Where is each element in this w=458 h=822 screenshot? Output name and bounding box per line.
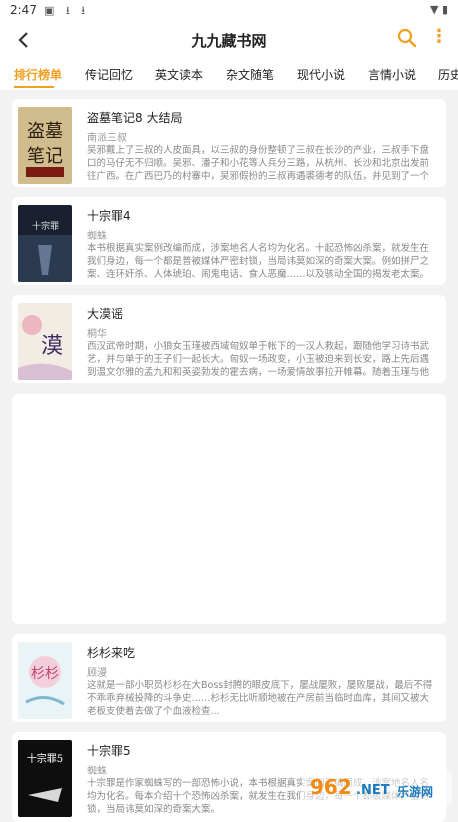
book-title: 杉杉来吃: [87, 646, 136, 660]
status-time: 2:47: [10, 3, 37, 17]
book-title: 十宗罪5: [87, 744, 131, 758]
book-description: 这就是一部小职员杉杉在大Boss封腾的眼皮底下，屡战屡败，屡败屡战，最后不得不乖…: [87, 680, 433, 717]
book-card[interactable]: 杉杉 杉杉来吃 顾漫 这就是一部小职员杉杉在大Boss封腾的眼皮底下，屡战屡败，…: [12, 634, 446, 722]
book-description: 本书根据真实案例改编而成，涉案地名人名均为化名。十起恐怖凶杀案，就发生在我们身边…: [87, 243, 430, 280]
book-cover: 漠: [18, 303, 72, 380]
svg-text:笔记: 笔记: [27, 146, 63, 167]
svg-text:十宗罪5: 十宗罪5: [27, 752, 63, 765]
tab-essays[interactable]: 杂文随笔: [226, 66, 274, 83]
more-vertical-icon[interactable]: ⋮: [430, 26, 448, 47]
book-description: 吴邪戴上了三叔的人皮面具，以三叔的身份整顿了三叔在长沙的产业，三叔手下盘口的马仔…: [87, 145, 430, 182]
notification-icons: ▣ ⭳ ⭳: [44, 4, 90, 17]
tab-history[interactable]: 历史: [438, 66, 458, 83]
book-description: 西汉武帝时期，小狼女玉瑾被西域匈奴单于帐下的一汉人救起，跟随他学习诗书武艺，并与…: [87, 341, 430, 378]
app-bar: 九九藏书网 ⋮: [0, 20, 458, 60]
active-tab-indicator: [14, 86, 54, 88]
svg-text:乐游网: 乐游网: [397, 784, 433, 799]
book-author: 南派三叔: [87, 133, 127, 144]
tab-modern-novels[interactable]: 现代小说: [297, 66, 345, 83]
search-icon[interactable]: [396, 27, 418, 49]
book-card[interactable]: 漠 大漠谣 桐华 西汉武帝时期，小狼女玉瑾被西域匈奴单于帐下的一汉人救起，跟随他…: [12, 295, 446, 383]
book-cover: 十宗罪: [18, 205, 72, 282]
book-author: 桐华: [87, 329, 107, 340]
svg-text:杉杉: 杉杉: [31, 666, 59, 682]
empty-card: [12, 394, 446, 624]
site-watermark-logo: 962 .NET 乐游网: [302, 766, 452, 810]
svg-text:962: 962: [310, 775, 352, 799]
book-title: 大漠谣: [87, 307, 124, 321]
svg-text:.NET: .NET: [356, 783, 390, 798]
book-cover: 杉杉: [18, 642, 72, 719]
book-title: 盗墓笔记8 大结局: [87, 111, 183, 125]
book-card[interactable]: 盗墓 笔记 盗墓笔记8 大结局 南派三叔 吴邪戴上了三叔的人皮面具，以三叔的身份…: [12, 99, 446, 187]
svg-text:盗墓: 盗墓: [27, 121, 63, 142]
tab-biography[interactable]: 传记回忆: [85, 66, 133, 83]
category-tabs: 排行榜单 传记回忆 英文读本 杂文随笔 现代小说 言情小说 历史: [0, 60, 458, 90]
book-author: 顾漫: [87, 668, 107, 679]
svg-text:十宗罪: 十宗罪: [32, 220, 59, 232]
tab-ranking[interactable]: 排行榜单: [14, 66, 62, 83]
book-cover: 盗墓 笔记: [18, 107, 72, 184]
tab-english-reader[interactable]: 英文读本: [155, 66, 203, 83]
page-title: 九九藏书网: [191, 32, 267, 50]
book-cover: 十宗罪5: [18, 740, 72, 817]
book-title: 十宗罪4: [87, 209, 131, 223]
book-card[interactable]: 十宗罪 十宗罪4 蜘蛛 本书根据真实案例改编而成，涉案地名人名均为化名。十起恐怖…: [12, 197, 446, 285]
signal-battery-icons: ▼ ▮: [429, 3, 448, 16]
status-bar: 2:47 ▣ ⭳ ⭳ ▼ ▮: [0, 0, 458, 20]
tab-romance[interactable]: 言情小说: [368, 66, 416, 83]
book-author: 蜘蛛: [87, 231, 107, 242]
book-author: 蜘蛛: [87, 766, 107, 777]
svg-text:漠: 漠: [41, 334, 63, 359]
